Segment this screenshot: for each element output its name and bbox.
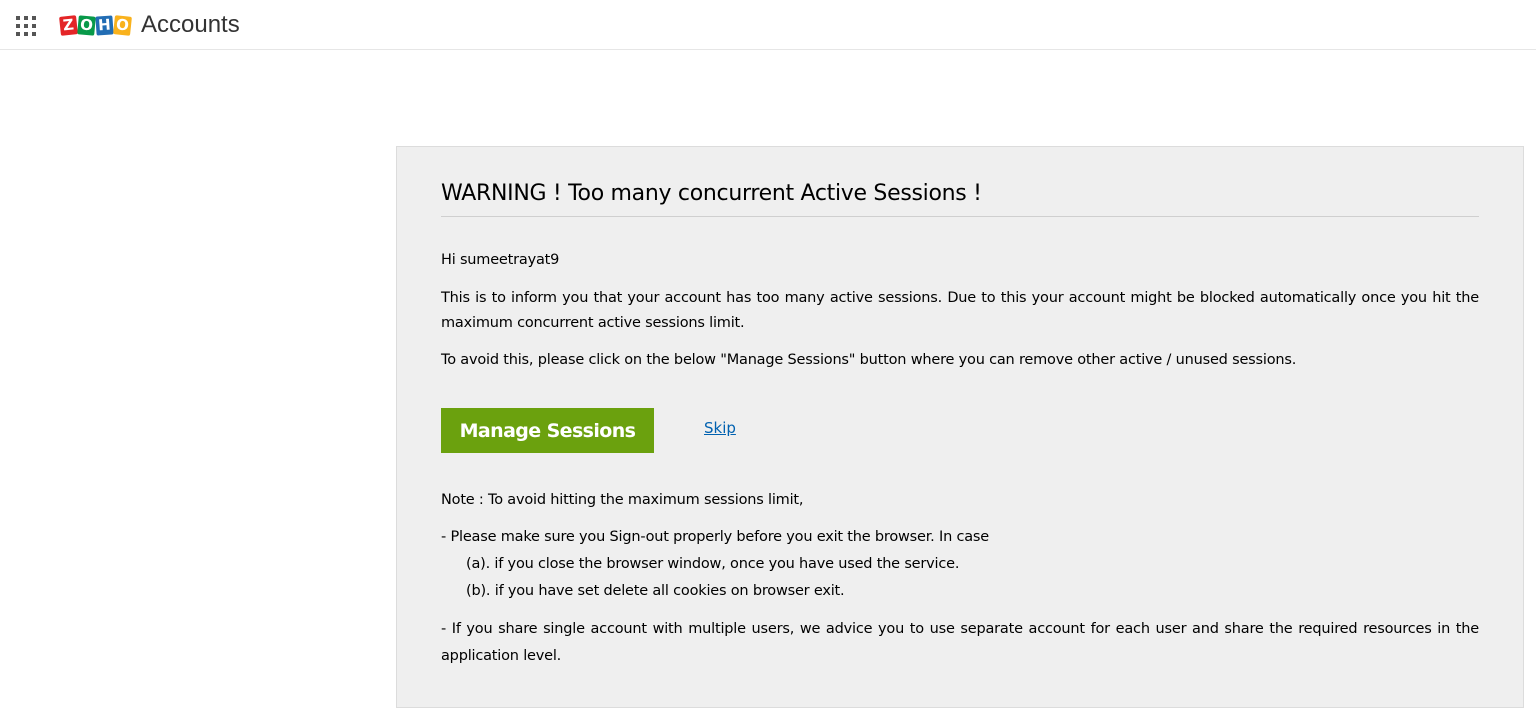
logo-letter-o: O [77, 14, 96, 36]
note-point-signout: - Please make sure you Sign-out properly… [441, 529, 990, 545]
skip-link[interactable]: Skip [704, 419, 736, 437]
manage-sessions-button[interactable]: Manage Sessions [441, 408, 654, 453]
logo-letter-z: Z [59, 14, 78, 36]
grid-icon[interactable] [16, 16, 36, 36]
logo-letter-h: H [95, 14, 114, 36]
app-title: Accounts [141, 11, 240, 38]
logo-letter-o: O [113, 14, 132, 36]
note-heading: Note : To avoid hitting the maximum sess… [441, 492, 804, 508]
note-subpoint-b: (b). if you have set delete all cookies … [466, 583, 845, 599]
warning-title: WARNING ! Too many concurrent Active Ses… [441, 181, 1479, 217]
session-warning-panel: WARNING ! Too many concurrent Active Ses… [396, 146, 1524, 708]
instruction-text: To avoid this, please click on the below… [441, 352, 1297, 368]
zoho-logo[interactable]: Z O H O [59, 12, 132, 38]
warning-message: This is to inform you that your account … [441, 290, 1479, 331]
note-subpoint-a: (a). if you close the browser window, on… [466, 556, 960, 572]
greeting-text: Hi sumeetrayat9 [441, 252, 560, 268]
note-point-shared-account: - If you share single account with multi… [441, 621, 1479, 664]
top-bar: Z O H O Accounts [0, 0, 1536, 50]
